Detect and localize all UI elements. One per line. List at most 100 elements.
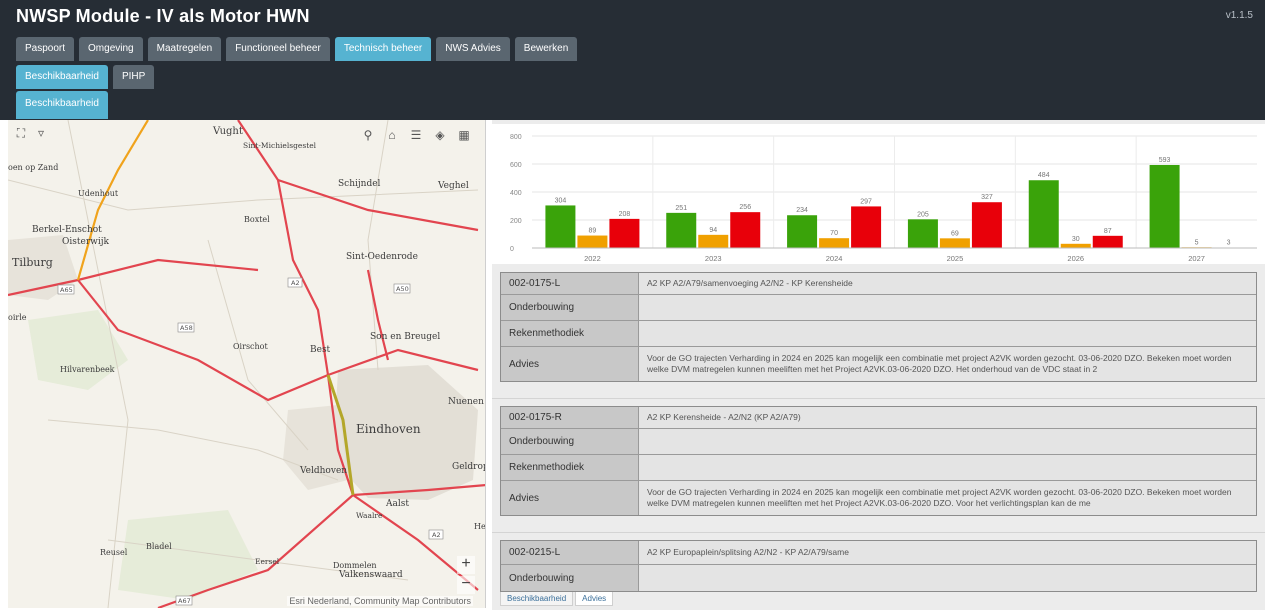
- home-icon[interactable]: ⌂: [385, 128, 399, 142]
- row-label: Advies: [501, 347, 639, 381]
- chart-bar: [577, 235, 608, 248]
- chart-bar: [698, 234, 729, 248]
- search-icon[interactable]: ⚲: [361, 128, 375, 142]
- chart-ytick-label: 600: [510, 162, 522, 169]
- chart-xtick-label: 2026: [1067, 254, 1084, 263]
- map-label-udenhout: Udenhout: [78, 189, 119, 198]
- bottom-tab-bar: Beschikbaarheid Advies: [500, 592, 614, 606]
- tab-beschikbaarheid-detail[interactable]: Beschikbaarheid: [16, 91, 108, 119]
- row-label: Rekenmethodiek: [501, 321, 639, 346]
- bottom-tab-advies[interactable]: Advies: [575, 592, 614, 606]
- chart-bar: [787, 215, 818, 248]
- chart-data-label: 5: [1195, 239, 1199, 246]
- tab-beschikbaarheid[interactable]: Beschikbaarheid: [16, 65, 108, 89]
- tab-paspoort[interactable]: Paspoort: [16, 37, 75, 61]
- record-row-onderbouwing: Onderbouwing: [501, 295, 1256, 321]
- record-row-rekenmethodiek: Rekenmethodiek: [501, 321, 1256, 347]
- chart-data-label: 205: [917, 211, 929, 218]
- map-label-eindhoven: Eindhoven: [356, 422, 421, 436]
- tab-bewerken[interactable]: Bewerken: [514, 37, 578, 61]
- row-value: [639, 429, 1256, 454]
- chart-data-label: 94: [709, 227, 717, 234]
- map-label-boxtel: Boxtel: [244, 215, 270, 224]
- map-label-veghel: Veghel: [437, 181, 469, 191]
- record-header-row: 002-0215-L A2 KP Europaplein/splitsing A…: [501, 541, 1256, 565]
- map-label-vught: Vught: [212, 126, 243, 137]
- chart-xtick-label: 2027: [1188, 254, 1205, 263]
- chart-bar: [819, 238, 850, 248]
- map-label-son-en-breugel: Son en Breugel: [370, 332, 440, 342]
- map-shield-a2-south: A2: [432, 531, 441, 539]
- chart-data-label: 304: [555, 197, 567, 204]
- map-shield-a50: A50: [396, 285, 409, 293]
- chart-xtick-label: 2023: [705, 254, 722, 263]
- list-icon[interactable]: ☰: [409, 128, 423, 142]
- chart-data-label: 256: [739, 204, 751, 211]
- map-label-hilvarenbeek: Hilvarenbeek: [60, 365, 115, 374]
- record-row-advies: Advies Voor de GO trajecten Verharding i…: [501, 481, 1256, 515]
- chevron-down-icon[interactable]: ▿: [34, 126, 48, 140]
- chart-data-label: 593: [1159, 157, 1171, 164]
- map-label-oirle: oirle: [8, 313, 27, 322]
- map-label-he: He: [474, 522, 486, 531]
- row-label: Onderbouwing: [501, 295, 639, 320]
- record-separator: [492, 398, 1265, 399]
- layer-switch-icon[interactable]: ⛶: [14, 126, 28, 140]
- sub-tab-bar: Beschikbaarheid PIHP: [16, 65, 155, 89]
- chart-xtick-label: 2022: [584, 254, 601, 263]
- map-label-schijndel: Schijndel: [338, 179, 381, 189]
- record-header-row: 002-0175-R A2 KP Kerensheide - A2/N2 (KP…: [501, 407, 1256, 429]
- layers-icon[interactable]: ◈: [433, 128, 447, 142]
- sub2-tab-bar: Beschikbaarheid: [16, 91, 108, 119]
- row-value: [639, 295, 1256, 320]
- map-panel[interactable]: Vught Sint-Michielsgestel Schijndel Vegh…: [8, 120, 486, 608]
- record-row-advies: Advies Voor de GO trajecten Verharding i…: [501, 347, 1256, 381]
- map-label-geldrop: Geldrop: [452, 462, 486, 472]
- map-attribution: Esri Nederland, Community Map Contributo…: [287, 596, 473, 606]
- chart-ytick-label: 400: [510, 190, 522, 197]
- bottom-tab-beschikbaarheid[interactable]: Beschikbaarheid: [500, 592, 574, 606]
- record-002-0215-L: 002-0215-L A2 KP Europaplein/splitsing A…: [500, 540, 1257, 592]
- app-header: NWSP Module - IV als Motor HWN v1.1.5 Pa…: [0, 0, 1265, 120]
- map-label-dommelen: Dommelen: [333, 561, 377, 570]
- tab-pihp[interactable]: PIHP: [112, 65, 155, 89]
- map-label-valkenswaard: Valkenswaard: [338, 570, 403, 580]
- detail-panel[interactable]: 0 200 400 600 800 304 89 208 2022 251 94 256 2023 234…: [492, 120, 1265, 610]
- chart-data-label: 251: [675, 205, 687, 212]
- map-label-bladel: Bladel: [146, 542, 172, 551]
- zoom-in-button[interactable]: +: [457, 556, 475, 574]
- chart-data-label: 70: [830, 230, 838, 237]
- record-id: 002-0215-L: [501, 541, 639, 564]
- tab-nws-advies[interactable]: NWS Advies: [436, 37, 510, 61]
- chart-bar: [1149, 164, 1180, 248]
- chart-ytick-label: 800: [510, 134, 522, 141]
- chart-bar: [971, 202, 1002, 248]
- row-value: [639, 455, 1256, 480]
- chart-data-label: 208: [619, 211, 631, 218]
- map-label-aalst: Aalst: [385, 499, 409, 509]
- basemap-gallery-icon[interactable]: ▦: [457, 128, 471, 142]
- record-header-row: 002-0175-L A2 KP A2/A79/samenvoeging A2/…: [501, 273, 1256, 295]
- tab-omgeving[interactable]: Omgeving: [79, 37, 143, 61]
- record-row-onderbouwing: Onderbouwing: [501, 565, 1256, 591]
- map-label-oirschot: Oirschot: [233, 342, 268, 351]
- chart-data-label: 297: [860, 198, 872, 205]
- chart-xtick-label: 2025: [947, 254, 964, 263]
- map-toolbar-right: ⚲ ⌂ ☰ ◈ ▦: [361, 128, 471, 142]
- version-label: v1.1.5: [1225, 10, 1253, 21]
- map-label-berkel-enschot: Berkel-Enschot: [32, 225, 102, 235]
- main-tab-bar: Paspoort Omgeving Maatregelen Functionee…: [16, 37, 578, 61]
- chart-bar: [1060, 243, 1091, 248]
- zoom-out-button[interactable]: −: [457, 576, 475, 594]
- row-label: Onderbouwing: [501, 429, 639, 454]
- tab-maatregelen[interactable]: Maatregelen: [147, 37, 222, 61]
- chart-ytick-label: 200: [510, 218, 522, 225]
- map-label-nuenen: Nuenen: [448, 397, 484, 407]
- tab-technisch-beheer[interactable]: Technisch beheer: [334, 37, 432, 61]
- record-002-0175-R: 002-0175-R A2 KP Kerensheide - A2/N2 (KP…: [500, 406, 1257, 516]
- chart-xtick-label: 2024: [826, 254, 843, 263]
- tab-functioneel-beheer[interactable]: Functioneel beheer: [226, 37, 330, 61]
- record-002-0175-L: 002-0175-L A2 KP A2/A79/samenvoeging A2/…: [500, 272, 1257, 382]
- map-label-reusel: Reusel: [100, 548, 128, 557]
- map-canvas[interactable]: Vught Sint-Michielsgestel Schijndel Vegh…: [8, 120, 486, 608]
